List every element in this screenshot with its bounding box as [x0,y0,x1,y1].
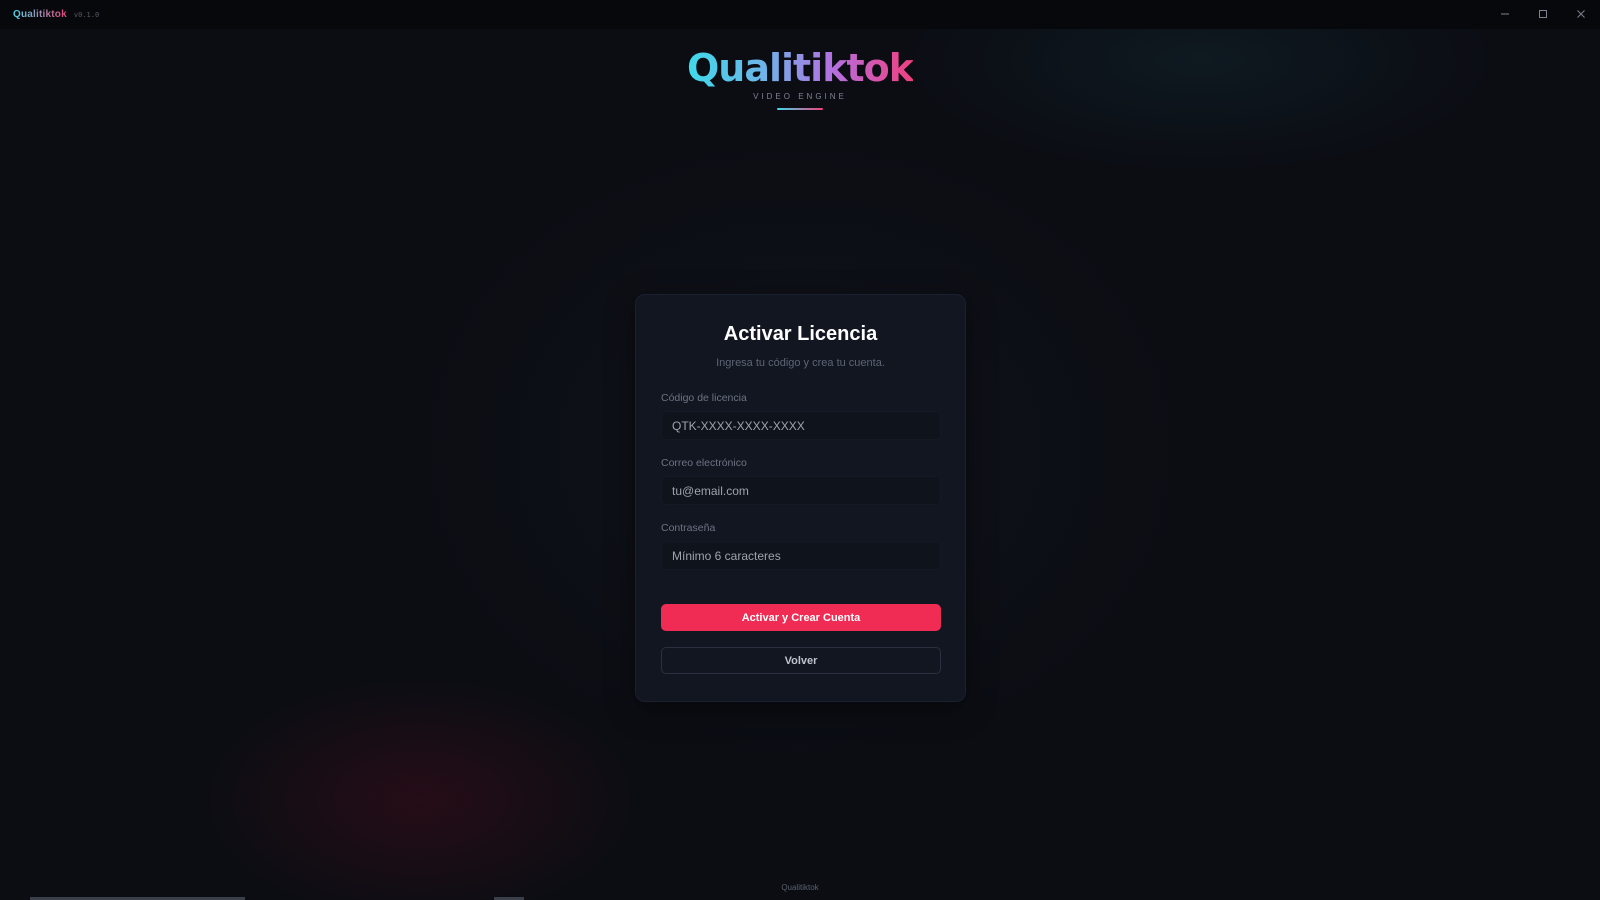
footer-text: Qualitiktok [781,883,819,892]
activate-create-account-button[interactable]: Activar y Crear Cuenta [661,604,941,631]
email-input[interactable] [661,476,941,505]
card-subtitle: Ingresa tu código y crea tu cuenta. [716,357,885,369]
card-title: Activar Licencia [723,323,878,345]
password-input[interactable] [661,541,941,570]
brand-underline [777,108,823,110]
activation-card: Activar Licencia Ingresa tu código y cre… [635,294,966,702]
close-icon [1576,8,1586,22]
titlebar-version: v0.1.0 [73,10,100,19]
title-bar[interactable]: Qualitiktok v0.1.0 [0,0,1600,29]
maximize-icon [1538,8,1548,22]
license-code-input[interactable] [661,411,941,440]
email-label: Correo electrónico [661,457,747,469]
brand-header: Qualitiktok VIDEO ENGINE [0,46,1600,110]
license-label: Código de licencia [661,392,747,404]
minimize-icon [1500,8,1510,22]
titlebar-app-name: Qualitiktok [13,9,67,20]
close-button[interactable] [1562,0,1600,29]
back-button[interactable]: Volver [661,647,941,674]
maximize-button[interactable] [1524,0,1562,29]
password-label: Contraseña [661,522,716,534]
minimize-button[interactable] [1486,0,1524,29]
app-window: Qualitiktok v0.1.0 Qualitiktok VIDEO ENG… [0,0,1600,900]
brand-logo: Qualitiktok [686,46,914,90]
window-controls [1486,0,1600,29]
brand-tagline: VIDEO ENGINE [753,92,847,101]
